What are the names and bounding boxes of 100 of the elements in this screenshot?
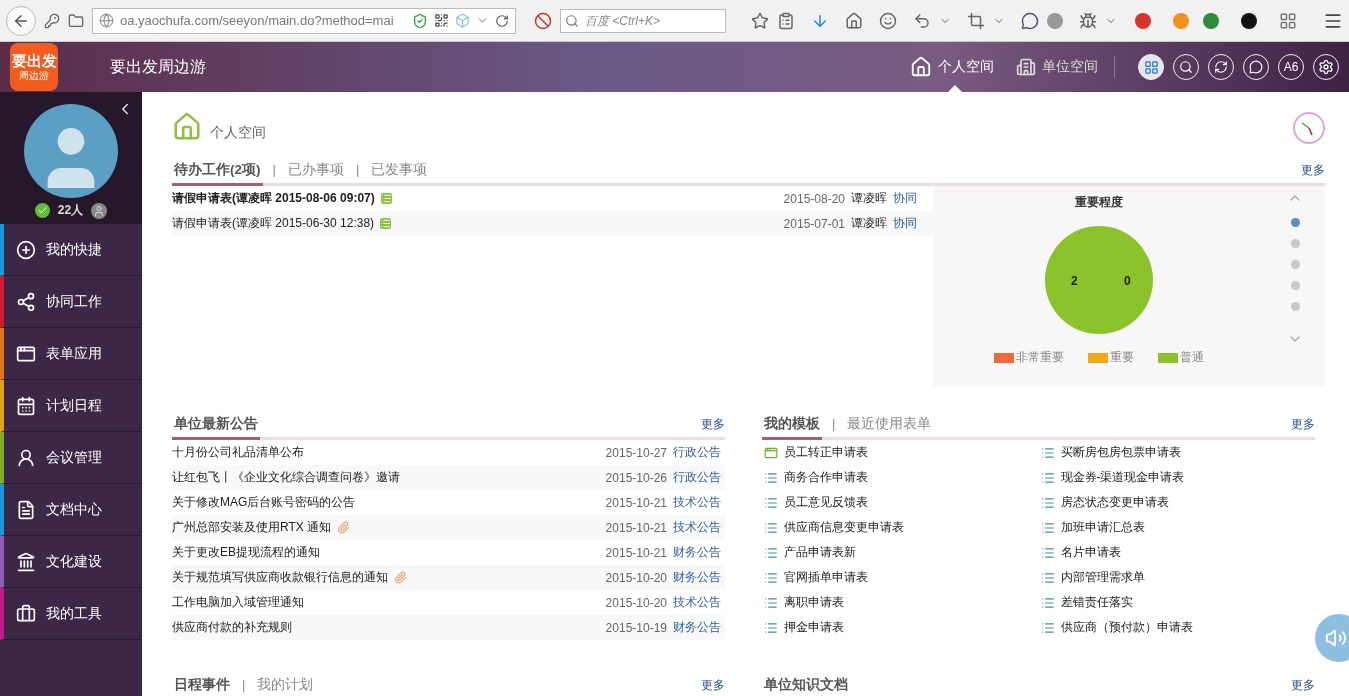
flow-form-icon bbox=[764, 445, 778, 460]
date: 2015-10-27 bbox=[605, 445, 667, 460]
sidebar-item[interactable]: 文档中心 bbox=[0, 484, 142, 536]
sidebar-item[interactable]: 我的工具 bbox=[0, 588, 142, 640]
clipboard-icon[interactable] bbox=[777, 11, 795, 30]
user-icon[interactable] bbox=[91, 202, 108, 219]
more-link[interactable]: 更多 bbox=[1291, 416, 1315, 437]
data-label: 0 bbox=[1124, 274, 1131, 288]
extension-icon[interactable] bbox=[1241, 12, 1257, 29]
item-title[interactable]: 请假申请表(谭凌晖 2015-08-06 09:07) bbox=[172, 190, 375, 207]
page-dot[interactable] bbox=[1290, 218, 1300, 227]
chat-icon[interactable] bbox=[1021, 11, 1039, 30]
logo: 要出发 周边游 bbox=[10, 43, 58, 91]
template-item[interactable]: 加班申请汇总表 bbox=[1038, 515, 1145, 540]
notice-title[interactable]: 让红包飞丨《企业文化综合调查问卷》邀请 bbox=[172, 469, 400, 486]
type-link[interactable]: 协同 bbox=[893, 215, 917, 232]
notice-title[interactable]: 供应商付款的补充规则 bbox=[172, 619, 292, 636]
template-item[interactable]: 官网插单申请表 bbox=[762, 565, 868, 590]
key-icon[interactable] bbox=[44, 12, 60, 29]
building-icon bbox=[16, 551, 36, 572]
list-form-icon bbox=[1040, 620, 1055, 635]
template-item[interactable]: 员工转正申请表 bbox=[762, 440, 868, 465]
page-dot[interactable] bbox=[1290, 302, 1300, 311]
template-item[interactable]: 离职申请表 bbox=[762, 590, 844, 615]
sidebar-item[interactable]: 文化建设 bbox=[0, 536, 142, 588]
date: 2015-10-21 bbox=[605, 545, 667, 560]
page-dot[interactable] bbox=[1290, 281, 1300, 290]
item-title[interactable]: 请假申请表(谭凌晖 2015-06-30 12:38) bbox=[172, 215, 375, 232]
undo-icon[interactable] bbox=[913, 11, 931, 30]
page-dot[interactable] bbox=[1290, 239, 1300, 248]
search-field[interactable]: 百度 <Ctrl+K> bbox=[560, 8, 726, 33]
category-link[interactable]: 技术公告 bbox=[673, 594, 721, 611]
more-link[interactable]: 更多 bbox=[1291, 677, 1315, 696]
date: 2015-10-19 bbox=[605, 620, 667, 635]
legend-label: 非常重要 bbox=[1016, 349, 1064, 366]
folder-icon[interactable] bbox=[68, 12, 84, 29]
type-link[interactable]: 协同 bbox=[893, 190, 917, 207]
notice-title[interactable]: 关于更改EB提现流程的通知 bbox=[172, 544, 320, 561]
notice-title[interactable]: 工作电脑加入域管理通知 bbox=[172, 594, 304, 611]
sidebar-item[interactable]: 会议管理 bbox=[0, 432, 142, 484]
template-item[interactable]: 押金申请表 bbox=[762, 615, 844, 640]
space-tab[interactable]: 个人空间 bbox=[910, 42, 994, 92]
list-form-icon bbox=[764, 570, 778, 585]
more-link[interactable]: 更多 bbox=[701, 677, 725, 696]
address-bar[interactable]: oa.yaochufa.com/seeyon/main.do?method=mai bbox=[92, 7, 516, 34]
calendar-icon bbox=[16, 395, 36, 416]
template-item[interactable]: 买断房包房包票申请表 bbox=[1038, 440, 1181, 465]
list-form-icon bbox=[764, 495, 778, 510]
tab-separator: | bbox=[241, 677, 247, 694]
template-item[interactable]: 供应商信息变更申请表 bbox=[762, 515, 904, 540]
sidebar-item[interactable]: 协同工作 bbox=[0, 276, 142, 328]
category-link[interactable]: 财务公告 bbox=[673, 544, 721, 561]
template-item[interactable]: 名片申请表 bbox=[1038, 540, 1121, 565]
template-item[interactable]: 现金券-渠道现金申请表 bbox=[1038, 465, 1185, 490]
date: 2015-10-26 bbox=[605, 470, 667, 485]
template-item[interactable]: 房态状态变更申请表 bbox=[1038, 490, 1169, 515]
date: 2015-10-21 bbox=[605, 520, 667, 535]
smiley-icon[interactable] bbox=[879, 11, 897, 30]
page-dot[interactable] bbox=[1290, 260, 1300, 269]
notice-title[interactable]: 广州总部安装及使用RTX 通知 bbox=[172, 519, 332, 536]
sidebar-item[interactable]: 计划日程 bbox=[0, 380, 142, 432]
shield-icon[interactable] bbox=[412, 12, 428, 29]
list-form-icon bbox=[764, 470, 778, 485]
blocked-icon[interactable] bbox=[534, 11, 552, 30]
category-link[interactable]: 行政公告 bbox=[673, 444, 721, 461]
notice-title[interactable]: 十月份公司礼品清单公布 bbox=[172, 444, 304, 461]
category-link[interactable]: 行政公告 bbox=[673, 469, 721, 486]
template-item[interactable]: 员工意见反馈表 bbox=[762, 490, 868, 515]
template-item[interactable]: 差错责任落实 bbox=[1038, 590, 1133, 615]
template-item[interactable]: 商务合作申请表 bbox=[762, 465, 868, 490]
sidebar-item[interactable]: 表单应用 bbox=[0, 328, 142, 380]
crop-icon[interactable] bbox=[967, 11, 985, 30]
bug-icon[interactable] bbox=[1079, 11, 1097, 30]
template-item[interactable]: 内部管理需求单 bbox=[1038, 565, 1145, 590]
notice-title[interactable]: 关于修改MAG后台账号密码的公告 bbox=[172, 494, 356, 511]
more-link[interactable]: 更多 bbox=[1301, 162, 1325, 183]
search-input[interactable]: 百度 <Ctrl+K> bbox=[583, 12, 713, 29]
template-item[interactable]: 产品申请表新 bbox=[762, 540, 856, 565]
tab[interactable]: 日程事件 bbox=[172, 676, 232, 696]
tab[interactable]: 已发事项 bbox=[369, 161, 430, 186]
tab[interactable]: 已办事项 bbox=[285, 161, 346, 186]
category-link[interactable]: 财务公告 bbox=[673, 619, 721, 636]
more-link[interactable]: 更多 bbox=[701, 416, 725, 437]
legend-label: 普通 bbox=[1180, 349, 1204, 366]
apps-button[interactable] bbox=[1138, 54, 1164, 80]
category-link[interactable]: 财务公告 bbox=[673, 569, 721, 586]
reload-icon[interactable] bbox=[495, 13, 509, 28]
tab[interactable]: 最近使用表单 bbox=[845, 415, 934, 440]
home-icon[interactable] bbox=[845, 11, 863, 30]
category-link[interactable]: 技术公告 bbox=[673, 494, 721, 511]
tab[interactable]: 我的计划 bbox=[255, 676, 316, 696]
qr-code-icon[interactable] bbox=[434, 13, 449, 28]
back-button[interactable] bbox=[6, 5, 36, 36]
sidebar-item[interactable]: 我的快捷 bbox=[0, 224, 142, 276]
category-link[interactable]: 技术公告 bbox=[673, 519, 721, 536]
template-item[interactable]: 供应商（预付款）申请表 bbox=[1038, 615, 1193, 640]
space-tab[interactable]: 单位空间 bbox=[1016, 42, 1098, 92]
tab[interactable]: 我的模板 bbox=[762, 415, 822, 440]
star-icon[interactable] bbox=[751, 11, 769, 30]
notice-title[interactable]: 关于规范填写供应商收款银行信息的通知 bbox=[172, 569, 388, 586]
